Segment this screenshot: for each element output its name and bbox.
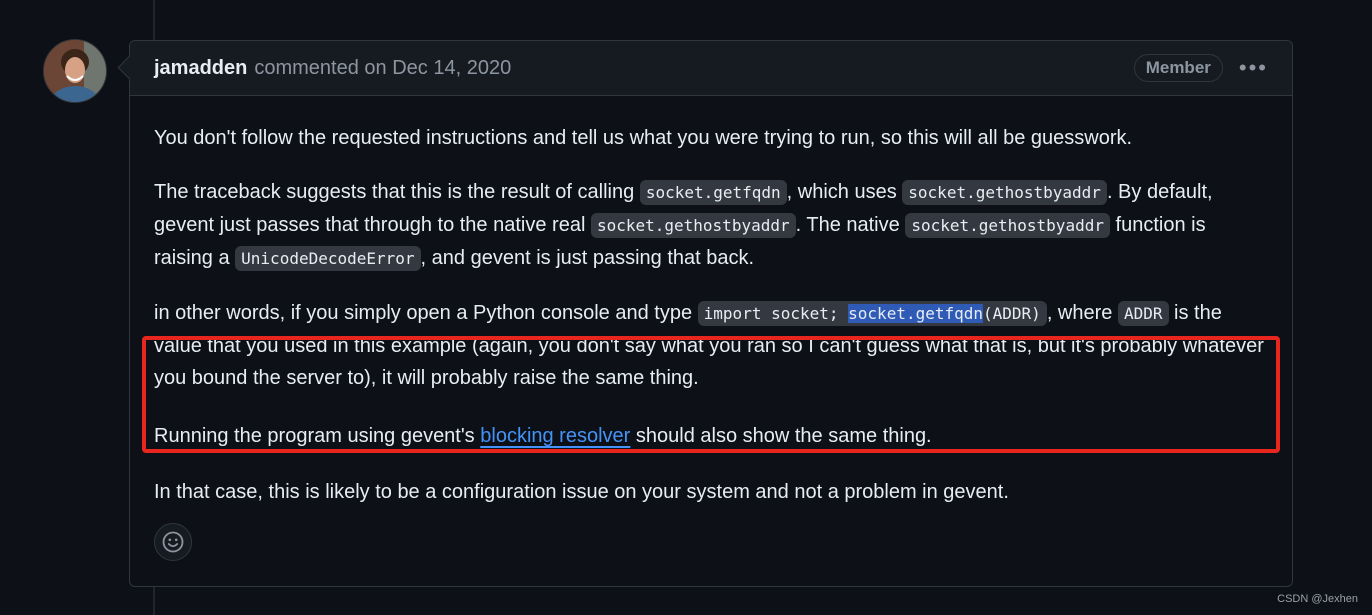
inline-code: import socket; socket.getfqdn(ADDR) (697, 301, 1047, 326)
kebab-horizontal-icon[interactable]: ••• (1239, 57, 1268, 79)
paragraph-1: You don't follow the requested instructi… (154, 127, 1133, 149)
text: , which uses (786, 181, 903, 203)
comment-timestamp[interactable]: commented on Dec 14, 2020 (254, 57, 511, 80)
comment-card: jamadden commented on Dec 14, 2020 Membe… (117, 40, 1293, 587)
header-actions: Member ••• (1133, 54, 1268, 82)
author-link[interactable]: jamadden (154, 57, 247, 80)
text: , and gevent is just passing that back. (420, 247, 755, 269)
comment-body: You don't follow the requested instructi… (130, 96, 1292, 508)
paragraph-5: In that case, this is likely to be a con… (154, 481, 1009, 503)
blocking-resolver-link[interactable]: blocking resolver (480, 425, 630, 447)
text: Running the program using gevent's (154, 425, 481, 447)
comment-header: jamadden commented on Dec 14, 2020 Membe… (130, 41, 1292, 96)
code-text: (ADDR) (983, 304, 1041, 323)
add-reaction-button[interactable] (154, 523, 192, 561)
inline-code: socket.gethostbyaddr (590, 213, 796, 238)
text: The traceback suggests that this is the … (154, 181, 640, 203)
smiley-icon (162, 531, 184, 553)
inline-code: UnicodeDecodeError (235, 246, 421, 271)
inline-code: socket.gethostbyaddr (902, 180, 1107, 205)
watermark: CSDN @Jexhen (1277, 593, 1358, 605)
paragraph-2: The traceback suggests that this is the … (154, 176, 1268, 275)
code-text: import socket; (703, 304, 849, 323)
text: in other words, if you simply open a Pyt… (154, 302, 698, 324)
avatar-photo-icon (44, 40, 106, 102)
inline-code: socket.getfqdn (639, 180, 787, 205)
inline-code: ADDR (1117, 301, 1169, 326)
inline-code: socket.gethostbyaddr (905, 213, 1110, 238)
text: . The native (795, 214, 906, 236)
selected-text: socket.getfqdn (848, 304, 984, 323)
role-badge: Member (1133, 54, 1223, 82)
text: should also show the same thing. (630, 425, 932, 447)
text: , where (1046, 302, 1118, 324)
paragraph-3: in other words, if you simply open a Pyt… (154, 297, 1268, 394)
author-avatar[interactable] (43, 39, 107, 103)
paragraph-4: Running the program using gevent's block… (154, 420, 1268, 452)
